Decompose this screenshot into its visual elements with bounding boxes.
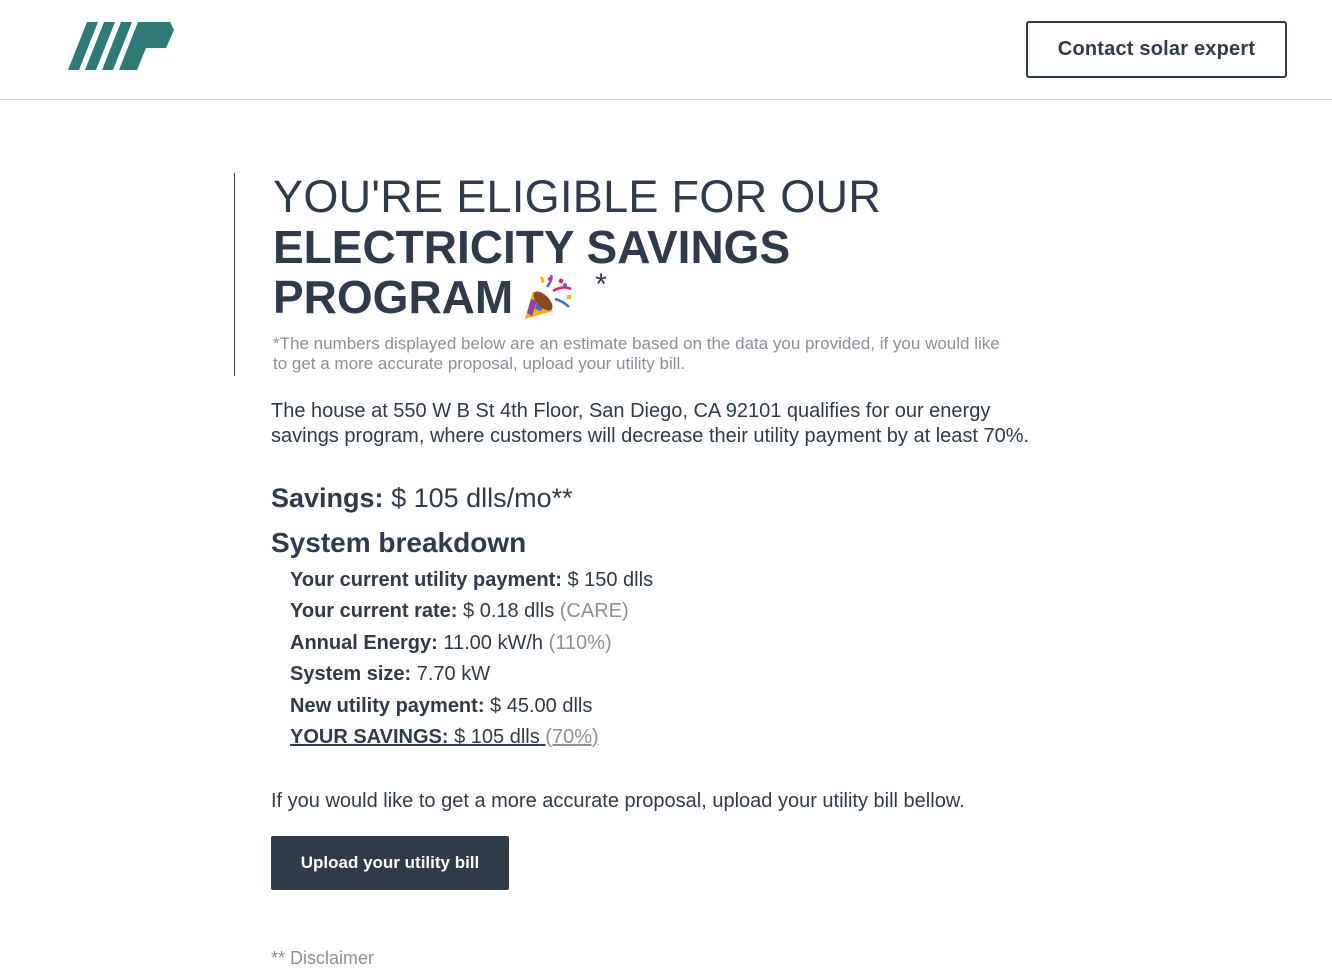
row-extra: (CARE): [559, 600, 629, 623]
top-header: Contact solar expert: [0, 0, 1332, 100]
system-breakdown-title: System breakdown: [271, 527, 527, 558]
row-label: YOUR SAVINGS:: [290, 725, 449, 748]
row-extra: (70%): [545, 725, 599, 748]
row-value: $ 45.00 dlls: [490, 694, 593, 717]
hero-line-3-text: PROGRAM: [273, 271, 514, 323]
row-value: $ 0.18 dlls: [463, 600, 555, 623]
row-value: $ 150 dlls: [567, 569, 654, 591]
savings-label: Savings:: [271, 483, 384, 513]
hero-accent-line: [234, 173, 235, 376]
system-breakdown-list: Your current utility payment: $ 150 dlls…: [290, 566, 990, 754]
contact-solar-expert-button[interactable]: Contact solar expert: [1026, 21, 1287, 78]
party-popper-icon: [525, 274, 572, 319]
row-label: Your current utility payment:: [290, 569, 562, 591]
savings-value: $ 105 dlls/mo**: [391, 483, 573, 513]
breakdown-row-annual-energy: Annual Energy: 11.00 kW/h (110%): [290, 629, 990, 660]
estimate-note: *The numbers displayed below are an esti…: [273, 334, 1000, 373]
upload-prompt-text: If you would like to get a more accurate…: [271, 790, 965, 812]
row-label: System size:: [290, 663, 412, 686]
your-savings-underlined: YOUR SAVINGS: $ 105 dlls: [290, 726, 545, 748]
row-label: Your current rate:: [290, 600, 458, 623]
upload-utility-bill-button[interactable]: Upload your utility bill: [271, 836, 509, 890]
qualification-text: The house at 550 W B St 4th Floor, San D…: [271, 400, 1030, 447]
row-value: 7.70 kW: [416, 663, 491, 686]
breakdown-row-new-payment: New utility payment: $ 45.00 dlls: [290, 692, 990, 723]
disclaimer-link[interactable]: ** Disclaimer: [271, 946, 374, 970]
row-value: $ 105 dlls: [454, 725, 540, 748]
row-value: 11.00 kW/h: [443, 631, 544, 654]
hero-line-3: PROGRAM *: [273, 268, 1033, 323]
savings-summary: Savings: $ 105 dlls/mo**: [271, 481, 573, 515]
row-label: Annual Energy:: [290, 631, 438, 654]
breakdown-row-current-payment: Your current utility payment: $ 150 dlls: [290, 566, 990, 597]
hero-line-1: YOU'RE ELIGIBLE FOR OUR: [273, 171, 882, 222]
breakdown-row-system-size: System size: 7.70 kW: [290, 660, 990, 691]
breakdown-row-current-rate: Your current rate: $ 0.18 dlls (CARE): [290, 597, 990, 628]
breakdown-row-your-savings: YOUR SAVINGS: $ 105 dlls (70%): [290, 723, 990, 754]
row-label: New utility payment:: [290, 694, 485, 717]
hero-heading: YOU'RE ELIGIBLE FOR OUR ELECTRICITY SAVI…: [273, 171, 1033, 323]
row-extra: (110%): [548, 631, 612, 654]
hero-line-2: ELECTRICITY SAVINGS: [273, 221, 791, 273]
company-logo[interactable]: [66, 20, 176, 74]
hero-asterisk: *: [595, 268, 607, 301]
